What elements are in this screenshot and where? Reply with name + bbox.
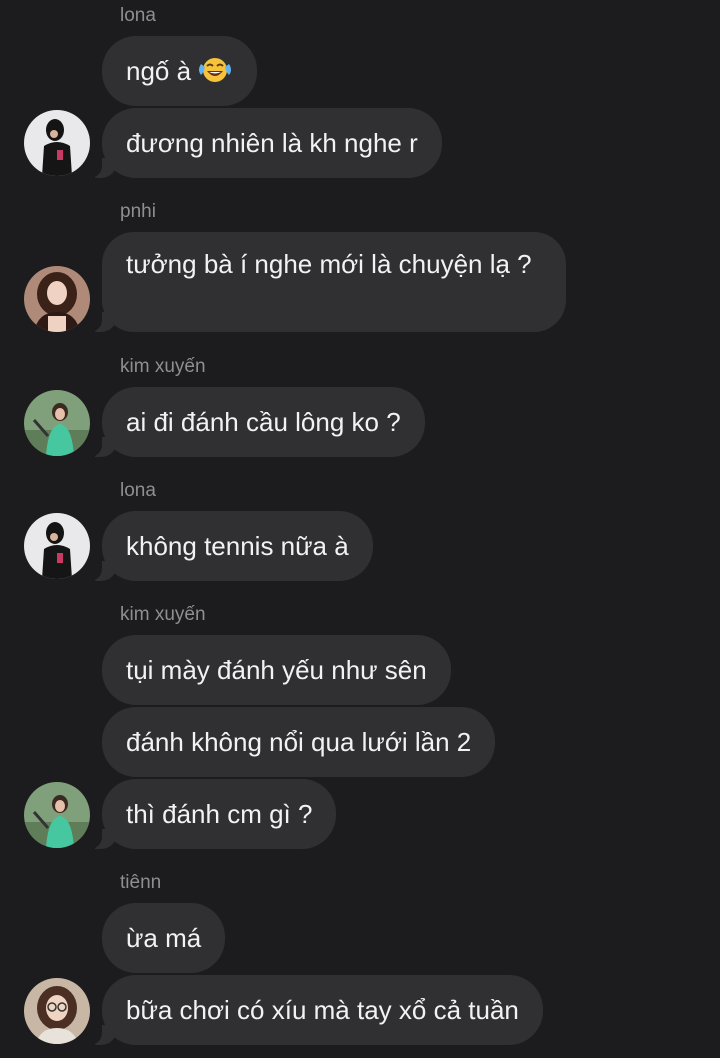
message-bubble[interactable]: thì đánh cm gì ? xyxy=(87,779,337,849)
sender-name: lona xyxy=(120,480,156,501)
message-text: đánh không nổi qua lưới lần 2 xyxy=(126,727,472,757)
avatar-tienn[interactable] xyxy=(24,978,90,1044)
sender-name: lona xyxy=(120,5,156,26)
avatar-kim-xuyen[interactable] xyxy=(24,390,90,456)
message-text: ngố à xyxy=(126,56,192,86)
face-with-tears-of-joy-icon xyxy=(197,54,233,92)
message-text: bữa chơi có xíu mà tay xổ cả tuần xyxy=(126,995,519,1025)
sender-name: pnhi xyxy=(120,201,156,222)
avatar-kim-xuyen[interactable] xyxy=(24,782,90,848)
message-bubble[interactable]: không tennis nữa à xyxy=(88,511,373,581)
message-text: tưởng bà í nghe mới là chuyện lạ ? xyxy=(126,249,532,279)
sender-name: kim xuyến xyxy=(120,356,206,377)
message-text: đương nhiên là kh nghe r xyxy=(126,128,418,158)
avatar-pnhi[interactable] xyxy=(24,266,90,332)
message-bubble[interactable]: bữa chơi có xíu mà tay xổ cả tuần xyxy=(88,975,543,1045)
sender-name: kim xuyến xyxy=(120,604,206,625)
message-text: thì đánh cm gì ? xyxy=(126,799,313,829)
message-bubble[interactable]: tụi mày đánh yếu như sên xyxy=(102,635,451,705)
sender-name: tiênn xyxy=(120,872,162,893)
message-bubble[interactable]: ai đi đánh cầu lông ko ? xyxy=(88,387,425,457)
message-bubble[interactable]: tưởng bà í nghe mới là chuyện lạ ? xyxy=(88,232,566,332)
message-bubble[interactable]: ừa má xyxy=(102,903,226,973)
message-text: ai đi đánh cầu lông ko ? xyxy=(126,407,401,437)
avatar-lona[interactable] xyxy=(24,110,90,176)
message-text: tụi mày đánh yếu như sên xyxy=(126,655,427,685)
message-bubble[interactable]: đương nhiên là kh nghe r xyxy=(88,108,442,178)
message-text: ừa má xyxy=(126,923,202,953)
message-bubble[interactable]: ngố à xyxy=(102,36,258,106)
message-text: không tennis nữa à xyxy=(126,531,349,561)
avatar-lona[interactable] xyxy=(24,513,90,579)
message-bubble[interactable]: đánh không nổi qua lưới lần 2 xyxy=(102,707,496,777)
